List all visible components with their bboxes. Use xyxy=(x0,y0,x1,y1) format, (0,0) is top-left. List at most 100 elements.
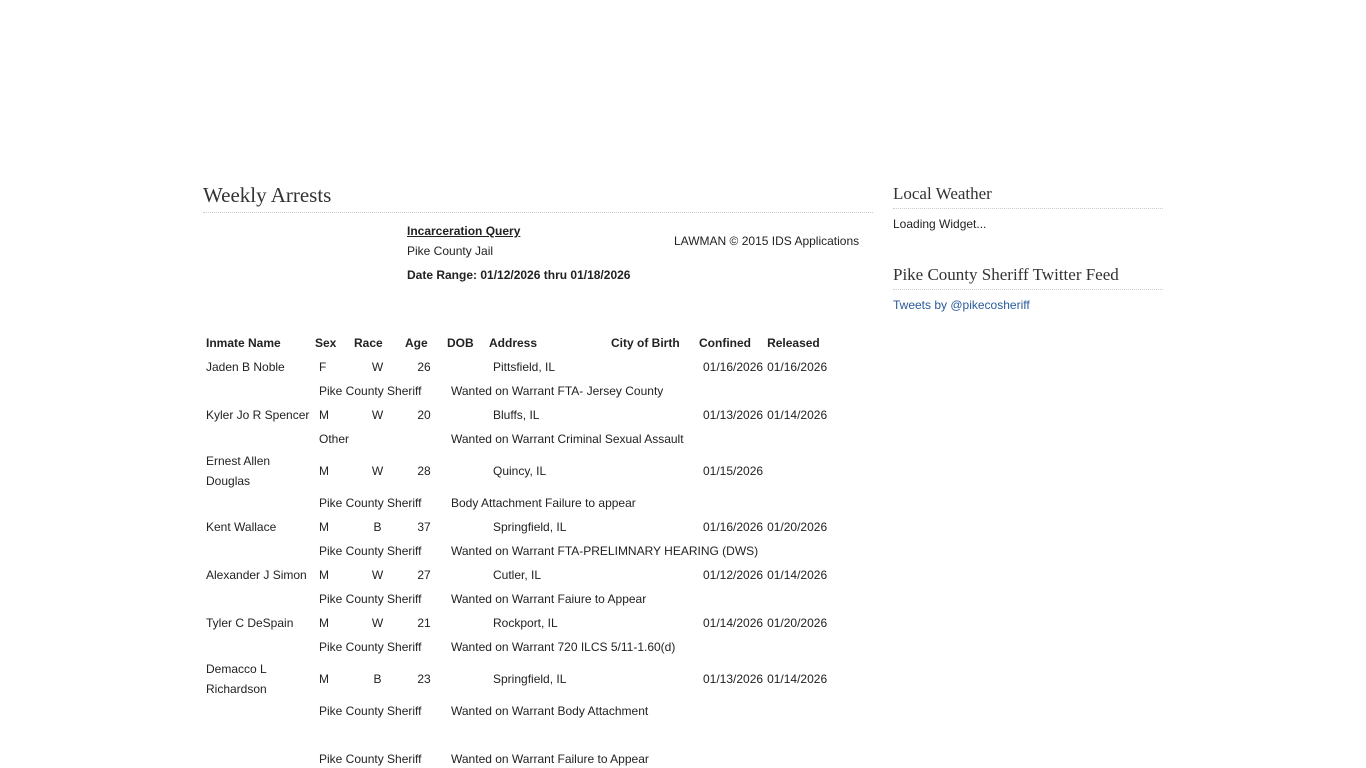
sex-cell: M xyxy=(319,672,329,686)
table-row: Alexander J Simon M W 27 Cutler, IL 01/12/202… xyxy=(204,563,839,587)
race-cell: W xyxy=(371,568,384,582)
detail-spacer xyxy=(204,635,313,659)
dob-cell xyxy=(445,611,487,635)
col-dob: DOB xyxy=(447,336,474,350)
detail-spacer xyxy=(204,491,313,515)
inmate-name-cell: Tyler C DeSpain xyxy=(206,616,294,630)
twitter-feed-link[interactable]: Tweets by @pikecosheriff xyxy=(893,298,1030,312)
table-row: Jaden B Noble F W 26 Pittsfield, IL 01/16/202… xyxy=(204,355,839,379)
arresting-agency-cell: Pike County Sheriff xyxy=(319,752,422,766)
col-city-of-birth: City of Birth xyxy=(611,336,680,350)
address-cell: Pittsfield, IL xyxy=(493,360,556,374)
charge-cell: Wanted on Warrant FTA-PRELIMNARY HEARING… xyxy=(451,544,759,558)
dob-cell xyxy=(445,515,487,539)
table-row xyxy=(204,723,839,747)
released-cell: 01/20/2026 xyxy=(767,616,828,630)
arrest-rows: Jaden B Noble F W 26 Pittsfield, IL 01/16/202… xyxy=(204,355,839,768)
detail-spacer xyxy=(204,587,313,611)
inmate-name-cell: Alexander J Simon xyxy=(206,568,307,582)
col-race: Race xyxy=(354,336,383,350)
charge-cell: Wanted on Warrant FTA- Jersey County xyxy=(451,384,664,398)
inmate-name-cell: Demacco L Richardson xyxy=(206,662,267,696)
charge-cell: Wanted on Warrant 720 ILCS 5/11-1.60(d) xyxy=(451,640,676,654)
address-cell: Rockport, IL xyxy=(493,616,558,630)
confined-cell: 01/14/2026 xyxy=(703,616,764,630)
address-cell: Springfield, IL xyxy=(493,520,567,534)
detail-spacer xyxy=(204,699,313,723)
sex-cell xyxy=(313,723,352,747)
released-cell xyxy=(765,723,839,747)
table-row: Demacco L Richardson M B 23 Springfield, IL 0… xyxy=(204,659,839,699)
dob-cell xyxy=(445,723,487,747)
table-detail-row: Pike County Sheriff Wanted on Warrant 720… xyxy=(204,635,839,659)
table-detail-row: Pike County Sheriff Body Attachment Failu… xyxy=(204,491,839,515)
col-sex: Sex xyxy=(315,336,337,350)
col-address: Address xyxy=(489,336,538,350)
sex-cell: M xyxy=(319,408,329,422)
lawman-copyright: LAWMAN © 2015 IDS Applications xyxy=(674,234,860,248)
city-of-birth-cell xyxy=(609,355,697,379)
race-cell xyxy=(352,723,403,747)
table-detail-row: Pike County Sheriff Wanted on Warrant Fai… xyxy=(204,747,839,768)
released-cell: 01/16/2026 xyxy=(767,360,828,374)
date-range: Date Range: 01/12/2026 thru 01/18/2026 xyxy=(407,268,631,282)
dob-cell xyxy=(445,563,487,587)
inmate-name-cell: Kyler Jo R Spencer xyxy=(206,408,310,422)
arresting-agency-cell: Pike County Sheriff xyxy=(319,544,422,558)
table-row: Ernest Allen Douglas M W 28 Quincy, IL 01/15/… xyxy=(204,451,839,491)
table-row: Kyler Jo R Spencer M W 20 Bluffs, IL 01/13/20… xyxy=(204,403,839,427)
address-cell: Cutler, IL xyxy=(493,568,542,582)
released-cell xyxy=(765,451,839,491)
confined-cell: 01/13/2026 xyxy=(703,408,764,422)
incarceration-query-link[interactable]: Incarceration Query xyxy=(407,224,520,238)
charge-cell: Wanted on Warrant Faiure to Appear xyxy=(451,592,647,606)
confined-cell: 01/12/2026 xyxy=(703,568,764,582)
dob-cell xyxy=(445,355,487,379)
detail-spacer xyxy=(204,427,313,451)
table-row: Tyler C DeSpain M W 21 Rockport, IL 01/14/202… xyxy=(204,611,839,635)
weather-title: Local Weather xyxy=(893,180,1163,209)
released-cell: 01/14/2026 xyxy=(767,408,828,422)
arresting-agency-cell: Other xyxy=(319,432,350,446)
arresting-agency-cell: Pike County Sheriff xyxy=(319,592,422,606)
dob-cell xyxy=(445,403,487,427)
released-cell: 01/20/2026 xyxy=(767,520,828,534)
report-header: Incarceration Query Pike County Jail Dat… xyxy=(203,213,873,331)
city-of-birth-cell xyxy=(609,563,697,587)
city-of-birth-cell xyxy=(609,451,697,491)
sex-cell: M xyxy=(319,520,329,534)
main-content: Weekly Arrests Incarceration Query Pike … xyxy=(203,180,873,768)
table-header-row: Inmate Name Sex Race Age DOB Address Cit… xyxy=(204,331,839,355)
confined-cell: 01/16/2026 xyxy=(703,360,764,374)
twitter-feed-title: Pike County Sheriff Twitter Feed xyxy=(893,261,1163,290)
race-cell: W xyxy=(371,360,384,374)
charge-cell: Wanted on Warrant Failure to Appear xyxy=(451,752,649,766)
sidebar: Local Weather Loading Widget... Pike Cou… xyxy=(893,180,1163,314)
released-cell: 01/14/2026 xyxy=(767,672,828,686)
weather-widget-status: Loading Widget... xyxy=(893,217,987,231)
race-cell: B xyxy=(373,672,382,686)
address-cell: Springfield, IL xyxy=(493,672,567,686)
address-cell xyxy=(487,723,609,747)
race-cell: W xyxy=(371,616,384,630)
jail-name: Pike County Jail xyxy=(407,244,494,258)
city-of-birth-cell xyxy=(609,723,697,747)
table-detail-row: Pike County Sheriff Wanted on Warrant FTA… xyxy=(204,539,839,563)
age-cell: 20 xyxy=(417,408,431,422)
city-of-birth-cell xyxy=(609,515,697,539)
arresting-agency-cell: Pike County Sheriff xyxy=(319,384,422,398)
inmate-name-cell: Ernest Allen Douglas xyxy=(206,454,271,488)
dob-cell xyxy=(445,659,487,699)
age-cell xyxy=(403,723,445,747)
col-released: Released xyxy=(767,336,820,350)
arrests-table: Inmate Name Sex Race Age DOB Address Cit… xyxy=(204,331,839,768)
charge-cell: Wanted on Warrant Body Attachment xyxy=(451,704,649,718)
city-of-birth-cell xyxy=(609,403,697,427)
age-cell: 21 xyxy=(417,616,431,630)
page: Weekly Arrests Incarceration Query Pike … xyxy=(0,0,1366,768)
age-cell: 27 xyxy=(417,568,431,582)
col-age: Age xyxy=(405,336,428,350)
sex-cell: M xyxy=(319,568,329,582)
charge-cell: Wanted on Warrant Criminal Sexual Assaul… xyxy=(451,432,684,446)
table-detail-row: Other Wanted on Warrant Criminal Sexual A… xyxy=(204,427,839,451)
